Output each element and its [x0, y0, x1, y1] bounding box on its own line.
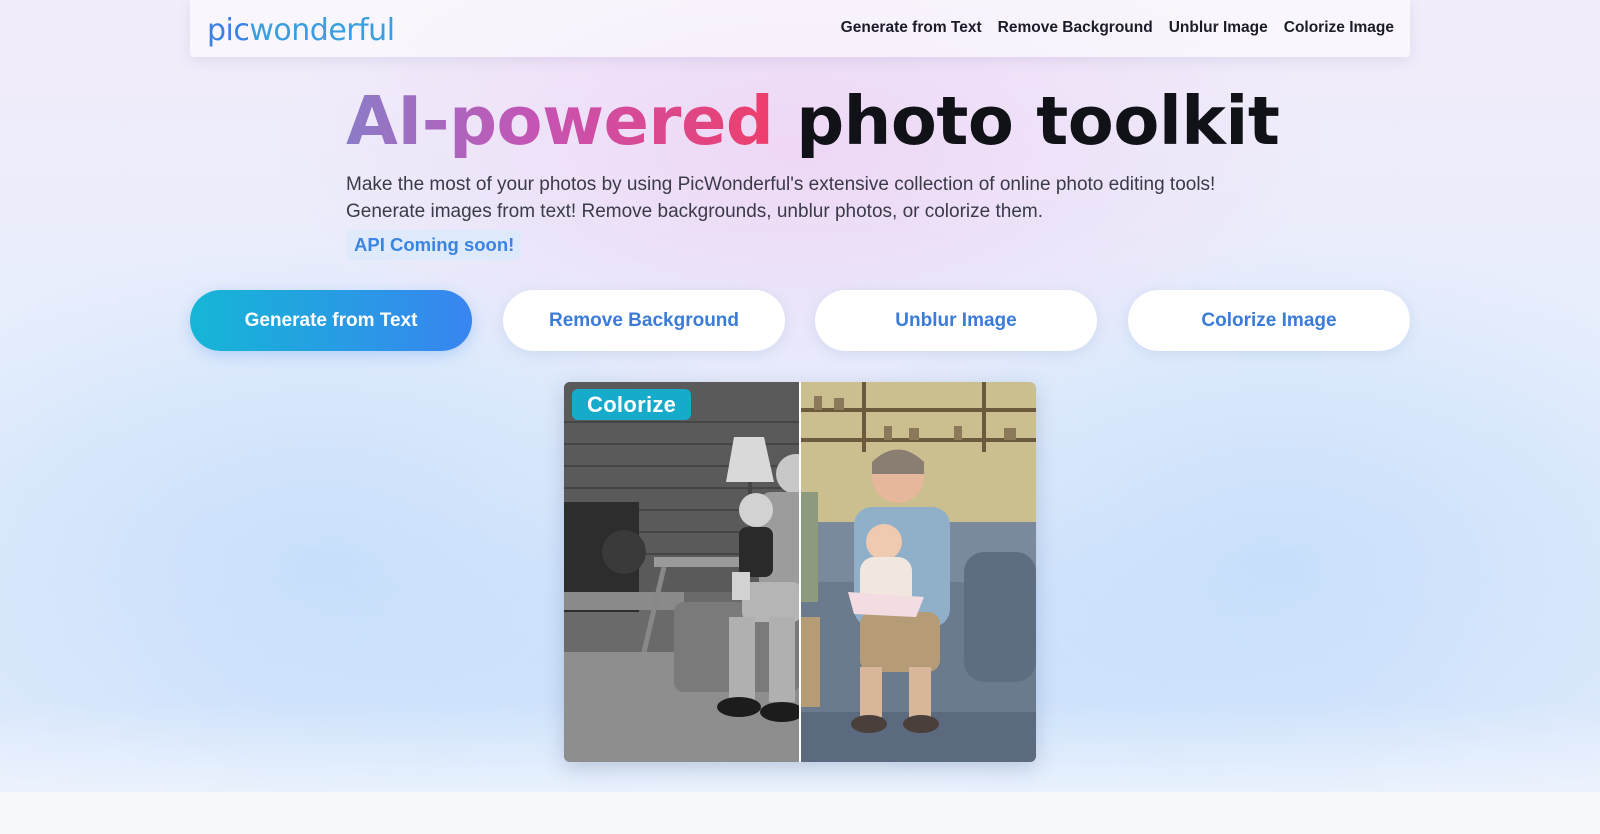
- hero-subtitle: Make the most of your photos by using Pi…: [346, 171, 1286, 225]
- nav-link-generate-from-text[interactable]: Generate from Text: [841, 19, 982, 37]
- tool-button-row: Generate from Text Remove Background Unb…: [190, 290, 1410, 351]
- compare-slider-line[interactable]: [799, 382, 801, 762]
- nav-links: Generate from Text Remove Background Unb…: [841, 19, 1394, 37]
- grayscale-half: [564, 382, 800, 762]
- logo-part-wonderful: wonderful: [249, 13, 395, 48]
- subtitle-line-1: Make the most of your photos by using Pi…: [346, 174, 1216, 195]
- nav-link-remove-background[interactable]: Remove Background: [998, 19, 1153, 37]
- title-rest: photo toolkit: [796, 82, 1280, 160]
- colorize-badge: Colorize: [572, 389, 692, 420]
- generate-from-text-button[interactable]: Generate from Text: [190, 290, 472, 351]
- before-after-preview[interactable]: Colorize: [564, 382, 1036, 762]
- remove-background-button[interactable]: Remove Background: [503, 290, 785, 351]
- family-photo-image: [564, 382, 1036, 762]
- nav-link-colorize-image[interactable]: Colorize Image: [1284, 19, 1394, 37]
- api-coming-soon-badge: API Coming soon!: [347, 230, 522, 260]
- subtitle-line-2: Generate images from text! Remove backgr…: [346, 201, 1044, 222]
- logo-part-pic: pic: [207, 13, 250, 48]
- title-highlight: AI-powered: [346, 82, 774, 160]
- page-footer-strip: [0, 792, 1600, 834]
- color-half: [800, 382, 1036, 762]
- logo[interactable]: picwonderful: [207, 13, 395, 49]
- page-title: AI-powered photo toolkit: [346, 80, 1280, 162]
- colorize-image-button[interactable]: Colorize Image: [1128, 290, 1410, 351]
- nav-link-unblur-image[interactable]: Unblur Image: [1169, 19, 1268, 37]
- top-navbar: picwonderful Generate from Text Remove B…: [190, 0, 1410, 57]
- unblur-image-button[interactable]: Unblur Image: [815, 290, 1097, 351]
